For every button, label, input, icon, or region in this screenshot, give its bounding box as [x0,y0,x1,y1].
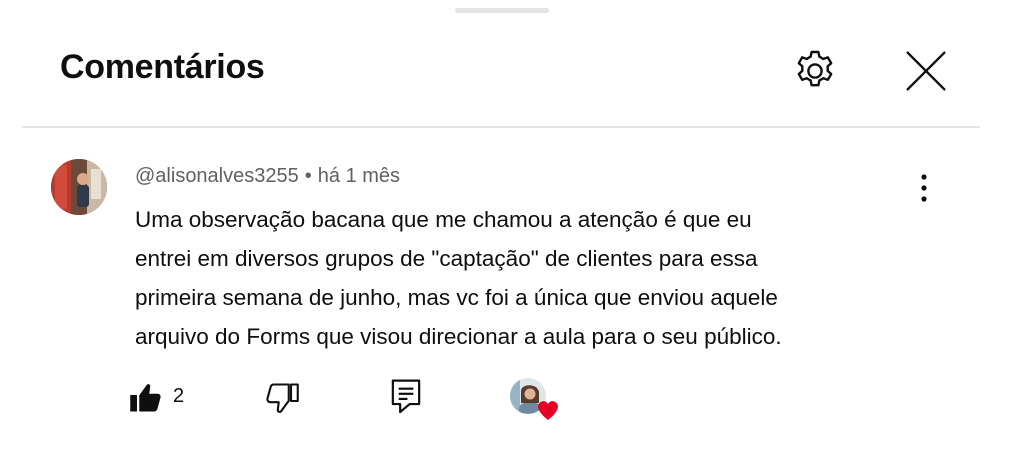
meta-separator: • [304,165,312,187]
reply-comment-icon [391,379,421,414]
page-title: Comentários [60,48,265,86]
more-vertical-icon [921,174,927,202]
comment-text-line: entrei em diversos grupos de "captação" … [135,246,758,271]
avatar-image [51,159,107,215]
close-button[interactable] [898,44,954,98]
close-icon [906,51,946,91]
comments-panel: Comentários @alisonalves3255•há 1 mês [0,0,1020,466]
comment-text: Uma observação bacana que me chamou a at… [135,200,935,356]
dislike-button[interactable] [262,378,302,418]
comment-meta: @alisonalves3255 • há 1 mês [135,165,400,188]
comment-author[interactable]: @alisonalves3255 [135,165,299,187]
drag-handle[interactable] [455,8,549,13]
thumbs-down-icon [266,383,299,413]
settings-button[interactable] [788,44,842,98]
comment-time: há 1 mês [317,165,401,187]
comment-text-line: primeira semana de junho, mas vc foi a ú… [135,285,778,310]
comment-text-line: arquivo do Forms que visou direcionar a … [135,324,782,349]
reply-button[interactable] [386,376,426,416]
header-divider [22,126,980,128]
gear-icon [797,50,833,87]
like-count: 2 [173,385,185,407]
creator-avatar-heart-icon [510,378,558,420]
comment-text-line: Uma observação bacana que me chamou a at… [135,207,752,232]
like-button[interactable] [126,378,166,418]
creator-heart-badge [508,376,562,424]
avatar[interactable] [51,159,107,215]
thumbs-up-icon [130,384,161,412]
